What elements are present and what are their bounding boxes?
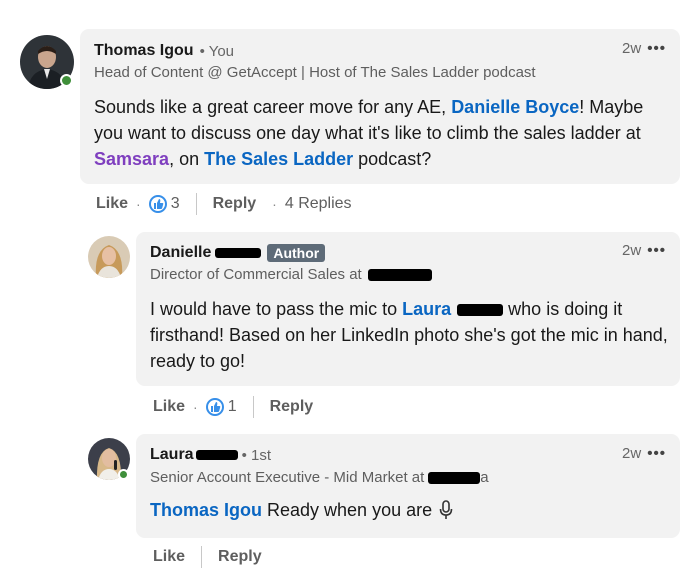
timestamp: 2w: [622, 242, 642, 259]
redaction-bar: [367, 268, 432, 281]
relation-label: • 1st: [241, 446, 272, 464]
redaction-bar: [215, 248, 262, 258]
body-text: Sounds like a great career move for any …: [94, 97, 452, 117]
online-status-indicator: [60, 74, 73, 87]
divider: [195, 193, 197, 215]
author-name[interactable]: Thomas Igou: [94, 42, 194, 60]
more-options-icon[interactable]: •••: [647, 445, 666, 462]
like-button[interactable]: Like: [96, 195, 128, 213]
reaction-count[interactable]: 3: [148, 195, 180, 213]
divider: [201, 546, 203, 568]
avatar-danielle[interactable]: [88, 236, 130, 278]
divider: [252, 396, 254, 418]
body-text: podcast?: [353, 149, 432, 169]
author-badge: Author: [267, 244, 326, 262]
separator-dot: ·: [136, 196, 141, 212]
like-count: 3: [170, 195, 180, 212]
redaction-bar: [195, 450, 238, 460]
comment-actions: Like · 1 Reply: [153, 396, 313, 418]
thumbs-up-icon: [205, 398, 224, 416]
mention-laura[interactable]: Laura: [402, 299, 451, 319]
timestamp: 2w: [622, 445, 642, 462]
timestamp: 2w: [622, 40, 642, 57]
reaction-count[interactable]: 1: [205, 398, 237, 416]
headline-tail: a: [480, 469, 489, 486]
avatar-thomas[interactable]: [20, 35, 74, 89]
comment-actions: Like Reply: [153, 546, 262, 568]
reply-button[interactable]: Reply: [213, 195, 257, 213]
more-options-icon[interactable]: •••: [647, 242, 666, 259]
view-replies-link[interactable]: 4 Replies: [285, 195, 352, 213]
mention-samsara[interactable]: Samsara: [94, 149, 169, 169]
mention-danielle[interactable]: Danielle Boyce: [451, 97, 579, 117]
like-button[interactable]: Like: [153, 398, 185, 416]
mention-sales-ladder[interactable]: The Sales Ladder: [204, 149, 353, 169]
comment-actions: Like · 3 Reply · 4 Replies: [96, 193, 352, 215]
relation-label: • You: [199, 42, 235, 60]
author-headline: Head of Content @ GetAccept | Host of Th…: [94, 64, 536, 81]
separator-dot: ·: [272, 196, 277, 212]
author-headline: Senior Account Executive - Mid Market at: [150, 469, 425, 486]
more-options-icon[interactable]: •••: [647, 40, 666, 57]
body-text: , on: [169, 149, 205, 169]
redaction-bar: [428, 471, 481, 484]
separator-dot: ·: [193, 399, 198, 415]
comment-body: I would have to pass the mic to Laura wh…: [150, 296, 670, 374]
redaction-bar: [457, 304, 504, 317]
avatar-laura[interactable]: [88, 438, 130, 480]
online-status-indicator: [118, 469, 129, 480]
reply-button[interactable]: Reply: [218, 548, 262, 566]
author-name[interactable]: Danielle: [150, 244, 211, 262]
like-count: 1: [227, 398, 237, 415]
like-button[interactable]: Like: [153, 548, 185, 566]
comment-body: Thomas Igou Ready when you are: [150, 497, 670, 523]
microphone-icon: [439, 500, 453, 520]
author-name[interactable]: Laura: [150, 446, 194, 464]
comment-body: Sounds like a great career move for any …: [94, 94, 664, 172]
body-text: Ready when you are: [262, 500, 438, 520]
body-text: I would have to pass the mic to: [150, 299, 403, 319]
reply-button[interactable]: Reply: [270, 398, 314, 416]
author-headline: Director of Commercial Sales at: [150, 266, 362, 283]
thumbs-up-icon: [148, 195, 167, 213]
mention-thomas[interactable]: Thomas Igou: [150, 497, 262, 523]
